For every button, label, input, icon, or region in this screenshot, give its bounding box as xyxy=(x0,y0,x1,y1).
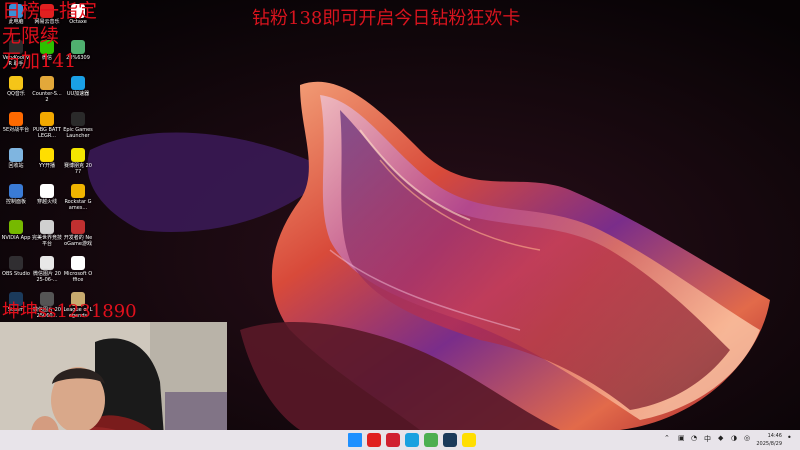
desktop-icon[interactable]: 开发者的 NeoGame游戏 xyxy=(63,220,93,247)
clock-time[interactable]: 14:46 xyxy=(768,433,782,439)
desktop-icon-label: UU加速器 xyxy=(66,91,90,97)
desktop-icon-label: 完美世界竞技平台 xyxy=(32,235,63,247)
desktop-icon-label: PUBG BATTLEGR... xyxy=(33,127,61,139)
overlay-text-line3: 万加141 xyxy=(2,50,77,72)
crossfire-icon xyxy=(40,184,54,198)
nvidia-icon xyxy=(9,220,23,234)
windows-start-icon[interactable] xyxy=(348,433,362,447)
qq-music-icon xyxy=(9,76,23,90)
desktop-icon[interactable]: Microsoft Office xyxy=(63,256,93,283)
desktop-icon[interactable]: 赛博朋克 2077 xyxy=(63,148,93,175)
desktop-icon[interactable]: 回收站 xyxy=(1,148,31,169)
yy-icon xyxy=(40,148,54,162)
clock-date[interactable]: 2025/8/29 xyxy=(756,441,782,447)
tray-volume-icon[interactable]: ◑ xyxy=(731,434,737,442)
desktop-icon-label: Rockstar Games... xyxy=(64,199,92,211)
desktop-icon[interactable]: 微信图片 2025-06-... xyxy=(32,256,62,283)
obs-icon xyxy=(9,256,23,270)
steam-icon[interactable] xyxy=(443,433,457,447)
pubg-icon xyxy=(40,112,54,126)
overlay-text-line2: 无限续 xyxy=(2,25,60,47)
taskbar: ⌃ ▣ ◔ 中 ◆ ◑ ◎ 14:46 2025/8/29 • xyxy=(0,430,800,450)
app-icon xyxy=(71,220,85,234)
overlay-text-line1: 日榜一指定 xyxy=(2,0,98,22)
desktop-icon[interactable]: Rockstar Games... xyxy=(63,184,93,211)
perfect-world-icon xyxy=(40,220,54,234)
tray-wifi-icon[interactable]: ◎ xyxy=(744,434,750,442)
notification-bell-icon[interactable]: • xyxy=(787,433,792,442)
tray-network-icon[interactable]: ◔ xyxy=(691,434,697,442)
desktop-icon-label: 回收站 xyxy=(8,163,24,169)
desktop-icon[interactable]: YY开播 xyxy=(32,148,62,169)
control-panel-icon xyxy=(9,184,23,198)
desktop-icon-label: 赛博朋克 2077 xyxy=(64,163,92,175)
desktop-icon[interactable]: 控制面板 xyxy=(1,184,31,205)
desktop-icon[interactable]: 5E对战平台 xyxy=(1,112,31,133)
overlay-text-line4: 坤坤ss1231890 xyxy=(2,301,137,322)
desktop-icon-label: 5E对战平台 xyxy=(2,127,30,133)
desktop-icon-label: YY开播 xyxy=(38,163,56,169)
desktop-icon[interactable]: PUBG BATTLEGR... xyxy=(32,112,62,139)
document-icon xyxy=(71,256,85,270)
desktop-icon-label: 微信图片 2025-06-... xyxy=(33,271,61,283)
ime-indicator[interactable]: 中 xyxy=(704,434,711,444)
desktop-icon-label: 控制面板 xyxy=(5,199,26,205)
recycle-bin-icon xyxy=(9,148,23,162)
desktop-icon-label: QQ音乐 xyxy=(7,91,25,97)
netease-music-icon[interactable] xyxy=(367,433,381,447)
uu-icon xyxy=(71,76,85,90)
image-file-icon xyxy=(40,256,54,270)
desktop-icon[interactable]: NVIDIA App xyxy=(1,220,31,241)
desktop-icon[interactable]: Counter-S... 2 xyxy=(32,76,62,103)
desktop-icon-label: Counter-S... 2 xyxy=(32,91,62,103)
cs2-icon xyxy=(40,76,54,90)
desktop-icon-label: Epic Games Launcher xyxy=(63,127,93,139)
5e-icon xyxy=(9,112,23,126)
tray-sound-icon[interactable]: ◆ xyxy=(718,434,723,442)
cyberpunk-icon xyxy=(71,148,85,162)
app-icon[interactable] xyxy=(386,433,400,447)
desktop-icon[interactable]: UU加速器 xyxy=(63,76,93,97)
rockstar-icon xyxy=(71,184,85,198)
desktop-icon[interactable]: 穿越火线 xyxy=(32,184,62,205)
desktop-icon-label: 穿越火线 xyxy=(36,199,57,205)
desktop-icon[interactable]: Epic Games Launcher xyxy=(63,112,93,139)
epic-icon xyxy=(71,112,85,126)
tray-overflow-chevron-icon[interactable]: ⌃ xyxy=(664,434,670,442)
desktop-icon-label: 开发者的 NeoGame游戏 xyxy=(63,235,93,247)
desktop-icon[interactable]: 完美世界竞技平台 xyxy=(32,220,62,247)
stream-banner: 钻粉138即可开启今日钻粉狂欢卡 xyxy=(252,8,521,29)
desktop-icon-label: Microsoft Office xyxy=(63,271,93,283)
desktop-icon[interactable]: QQ音乐 xyxy=(1,76,31,97)
tray-app-icon[interactable]: ▣ xyxy=(678,434,685,442)
edge-icon[interactable] xyxy=(405,433,419,447)
desktop-icon[interactable]: OBS Studio xyxy=(1,256,31,277)
desktop-icon-label: OBS Studio xyxy=(2,271,30,277)
yy-icon[interactable] xyxy=(462,433,476,447)
desktop-icon-label: NVIDIA App xyxy=(1,235,31,241)
chrome-icon[interactable] xyxy=(424,433,438,447)
